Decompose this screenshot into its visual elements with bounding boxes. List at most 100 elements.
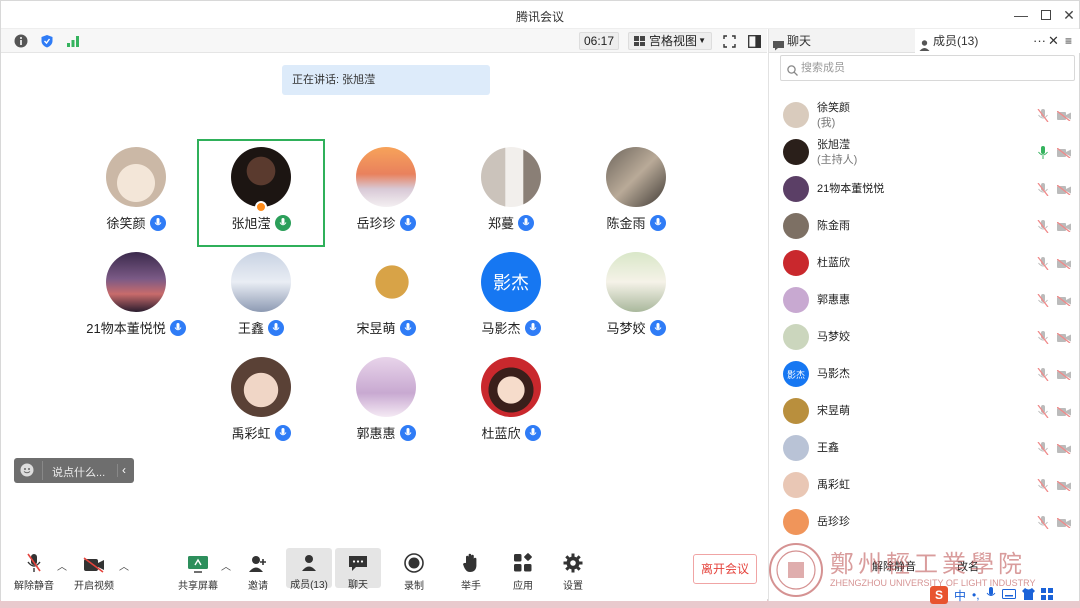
quick-chat-input[interactable]: 说点什么... ‹: [14, 458, 134, 483]
video-muted-icon[interactable]: [1056, 332, 1071, 346]
video-muted-icon[interactable]: [1056, 406, 1071, 420]
member-row[interactable]: 岳珍珍: [769, 504, 1080, 541]
video-muted-icon[interactable]: [1056, 147, 1071, 161]
member-row[interactable]: 徐笑颜 (我): [769, 97, 1080, 134]
close-button[interactable]: ✕: [1059, 5, 1079, 25]
ime-keyboard-icon[interactable]: [1001, 588, 1016, 602]
ime-mic-icon[interactable]: [986, 587, 996, 603]
fullscreen-icon[interactable]: [721, 33, 737, 49]
chevron-up-icon[interactable]: ︿: [221, 558, 231, 573]
video-muted-icon[interactable]: [1056, 295, 1071, 309]
participant-tile[interactable]: 禹彩虹: [199, 351, 323, 455]
participant-name: 马梦姣: [606, 321, 646, 336]
member-row[interactable]: 影杰 马影杰: [769, 356, 1080, 393]
tab-chat[interactable]: 聊天: [769, 29, 915, 53]
shield-icon[interactable]: [39, 33, 55, 49]
mic-muted-icon[interactable]: [1037, 515, 1049, 532]
video-muted-icon[interactable]: [1056, 480, 1071, 494]
invite-button[interactable]: 邀请: [235, 549, 281, 592]
avatar: [783, 435, 809, 461]
participant-tile[interactable]: 郑蔓: [449, 141, 573, 245]
minimize-button[interactable]: —: [1011, 5, 1031, 25]
collapse-icon[interactable]: ‹: [122, 463, 126, 477]
participant-tile[interactable]: 21物本董悦悦: [74, 246, 198, 350]
ime-punct-icon[interactable]: •,: [972, 588, 980, 602]
emoji-icon[interactable]: [20, 463, 34, 480]
maximize-button[interactable]: [1036, 5, 1056, 25]
sogou-ime-icon[interactable]: S: [930, 586, 948, 604]
chat-button[interactable]: 聊天: [335, 548, 381, 591]
member-search-input[interactable]: 搜索成员: [780, 55, 1075, 81]
ime-grid-icon[interactable]: [1040, 587, 1053, 603]
mic-muted-icon[interactable]: [1037, 367, 1049, 384]
member-row[interactable]: 禹彩虹: [769, 467, 1080, 504]
participant-tile[interactable]: 王鑫: [199, 246, 323, 350]
member-row[interactable]: 宋昱萌: [769, 393, 1080, 430]
mic-icon: [274, 424, 291, 441]
video-muted-icon[interactable]: [1056, 517, 1071, 531]
participant-tile[interactable]: 徐笑颜: [74, 141, 198, 245]
video-muted-icon[interactable]: [1056, 110, 1071, 124]
video-muted-icon[interactable]: [1056, 369, 1071, 383]
member-row[interactable]: 张旭滢 (主持人): [769, 134, 1080, 171]
leave-meeting-button[interactable]: 离开会议: [693, 554, 757, 584]
avatar: [606, 147, 666, 207]
mic-active-icon[interactable]: [1037, 146, 1049, 162]
view-mode-button[interactable]: 宫格视图 ▼: [628, 32, 712, 50]
info-icon[interactable]: [13, 33, 29, 49]
ime-skin-icon[interactable]: [1021, 587, 1035, 603]
member-row[interactable]: 郭惠惠: [769, 282, 1080, 319]
mic-muted-icon[interactable]: [1037, 256, 1049, 273]
member-row[interactable]: 马梦姣: [769, 319, 1080, 356]
mic-muted-icon[interactable]: [1037, 330, 1049, 347]
mic-muted-icon[interactable]: [1037, 108, 1049, 125]
mic-muted-icon[interactable]: [1037, 478, 1049, 495]
close-panel-icon[interactable]: ✕: [1048, 29, 1059, 53]
raise-hand-icon: [448, 549, 494, 573]
sidebar-toggle-icon[interactable]: [746, 33, 762, 49]
unmute-button[interactable]: 解除静音: [11, 549, 57, 592]
participant-tile[interactable]: 马梦姣: [574, 246, 698, 350]
chevron-up-icon[interactable]: ︿: [57, 558, 67, 573]
unmute-all-button[interactable]: 解除静音: [872, 555, 932, 579]
avatar: [783, 102, 809, 128]
raise-hand-button[interactable]: 举手: [448, 549, 494, 592]
mic-muted-icon[interactable]: [1037, 293, 1049, 310]
participant-tile[interactable]: 宋昱萌: [324, 246, 448, 350]
menu-icon[interactable]: ≡: [1065, 29, 1072, 53]
video-muted-icon[interactable]: [1056, 184, 1071, 198]
record-button[interactable]: 录制: [391, 549, 437, 592]
participant-tile[interactable]: 陈金雨: [574, 141, 698, 245]
ime-lang-icon[interactable]: 中: [954, 587, 966, 604]
member-row[interactable]: 21物本董悦悦: [769, 171, 1080, 208]
mic-muted-icon[interactable]: [1037, 219, 1049, 236]
mic-muted-icon[interactable]: [1037, 182, 1049, 199]
participant-tile[interactable]: 岳珍珍: [324, 141, 448, 245]
participant-tile[interactable]: 影杰 马影杰: [449, 246, 573, 350]
member-row[interactable]: 杜蓝欣: [769, 245, 1080, 282]
rename-button[interactable]: 改名: [957, 555, 987, 579]
tab-members[interactable]: 成员(13) ··· ✕ ≡: [915, 29, 1080, 53]
participant-tile[interactable]: 郭惠惠: [324, 351, 448, 455]
participant-tile[interactable]: 杜蓝欣: [449, 351, 573, 455]
share-screen-button[interactable]: 共享屏幕: [175, 549, 221, 592]
settings-button[interactable]: 设置: [550, 549, 596, 592]
video-muted-icon[interactable]: [1056, 258, 1071, 272]
mic-muted-icon[interactable]: [1037, 441, 1049, 458]
start-video-button[interactable]: 开启视频: [71, 549, 117, 592]
member-row[interactable]: 陈金雨: [769, 208, 1080, 245]
mic-icon: [649, 214, 666, 231]
more-icon[interactable]: ···: [1033, 29, 1046, 53]
members-button[interactable]: 成员(13): [286, 548, 332, 591]
participant-tile-active-speaker[interactable]: 张旭滢: [197, 139, 325, 247]
video-muted-icon[interactable]: [1056, 443, 1071, 457]
mic-muted-icon[interactable]: [1037, 404, 1049, 421]
unmute-label: 解除静音: [14, 581, 54, 592]
member-row[interactable]: 王鑫: [769, 430, 1080, 467]
signal-icon[interactable]: [65, 33, 81, 49]
apps-button[interactable]: 应用: [500, 549, 546, 592]
chevron-up-icon[interactable]: ︿: [119, 558, 129, 573]
start-video-label: 开启视频: [74, 581, 114, 592]
avatar: [356, 252, 416, 312]
video-muted-icon[interactable]: [1056, 221, 1071, 235]
